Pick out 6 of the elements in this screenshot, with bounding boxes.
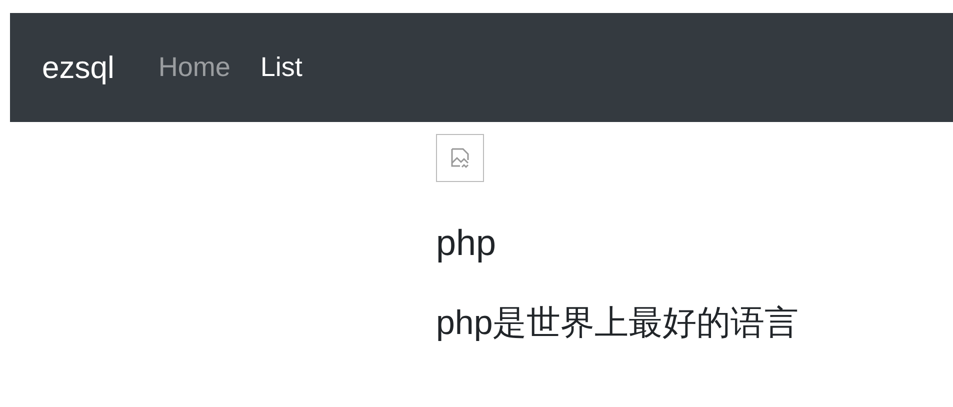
post-body: php是世界上最好的语言	[436, 303, 799, 344]
post-title: php	[436, 222, 496, 264]
nav-link[interactable]: Home	[158, 52, 230, 83]
broken-image-icon	[436, 134, 484, 182]
brand-link[interactable]: ezsql	[42, 50, 114, 86]
nav-link[interactable]: List	[260, 52, 302, 83]
